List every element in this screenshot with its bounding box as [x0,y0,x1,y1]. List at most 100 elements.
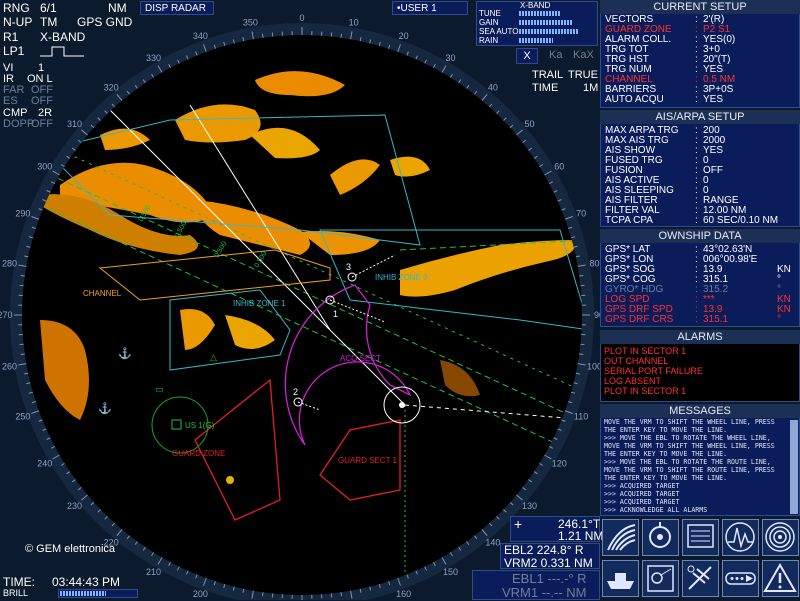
alarm-item[interactable]: SERIAL PORT FAILURE [604,366,703,376]
acq-sector-label: ACQ SECT [340,354,381,363]
alarm-item[interactable]: PLOT IN SECTOR 1 [604,346,686,356]
bearing-label: 290 [15,208,30,218]
channel-label: CHANNEL [83,289,122,298]
time-value: 03:44:43 PM [52,575,120,589]
plane-map-icon[interactable] [682,560,719,597]
ais-row-sep: : [695,216,698,226]
message-line: THE ENTER KEY TO MOVE THE LINE. [604,450,788,458]
message-line: MOVE THE VRM TO SHIFT THE WHEEL LINE, PR… [604,442,788,450]
bearing-label: 120 [552,459,567,469]
sea-clutter-icon[interactable] [602,519,639,556]
range-label[interactable]: RNG [3,1,30,15]
vrm2-readout[interactable]: VRM2 0.331 NM [504,556,593,570]
bearing-label: 0 [299,13,304,23]
ebl2-readout[interactable]: EBL2 224.8° R [504,543,584,557]
pulse-length[interactable]: LP1 [3,44,24,58]
band-kax-button[interactable]: KaX [573,49,594,61]
bearing-label: 70 [576,208,586,218]
alarm-item[interactable]: OUT CHANNEL [604,356,668,366]
bearing-tick [341,592,342,596]
bearing-label: 350 [243,18,258,28]
brill-slider-fill [60,591,106,596]
bearing-label: 270 [0,310,13,320]
range-value[interactable]: 6/1 [40,1,57,15]
svg-text:⚓: ⚓ [118,347,132,360]
cursor-crosshair-icon: + [514,516,522,532]
ownship-title: OWNSHIP DATA [600,229,800,243]
us-target-label: US 1(G) [185,421,215,430]
messages-scrollbar[interactable] [790,420,798,514]
ownship-row[interactable]: GPS DRF CRS:315.1° [605,315,795,325]
bearing-label: 210 [146,567,161,577]
trail-label: TRAIL [532,69,563,81]
setup-row-sep: : [695,95,698,105]
ownship-row-sep: : [695,315,698,325]
band-ka-button[interactable]: Ka [549,49,562,61]
message-line: MOVE THE VRM TO SHIFT THE ROUTE LINE, PR… [604,466,788,474]
band-x-button[interactable]: X [516,48,538,64]
tune-row-bar[interactable] [519,38,553,43]
bearing-label: 140 [485,538,500,548]
ship-icon[interactable] [602,560,639,597]
bearing-label: 130 [522,501,537,511]
bearing-label: 100 [587,362,600,372]
target-1-label: 1 [333,309,338,319]
message-line: >>> ACQUIRED TARGET [604,498,788,506]
tune-row-bar[interactable] [519,11,560,16]
pulse-icon [38,44,86,58]
motion-mode[interactable]: TM [40,15,57,29]
target-3-label: 3 [346,262,351,272]
rings-icon[interactable] [762,519,799,556]
bearing-label: 40 [488,82,498,92]
alarm-item[interactable]: PLOT IN SECTOR 1 [604,386,686,396]
band-select[interactable]: X-BAND [40,30,85,44]
speed-reference[interactable]: GPS GND [77,15,132,29]
radar-scope[interactable]: 3403500102030405060708090100110120130140… [0,0,600,600]
tune-row-label: GAIN [479,18,499,27]
bearing-label: 50 [525,119,535,129]
setup-row[interactable]: AUTO ACQU:YES [605,95,795,105]
vrm1-readout[interactable]: VRM1 --.-- NM [502,585,587,600]
message-line: >>> MOVE THE EBL TO ROTATE THE ROUTE LIN… [604,458,788,466]
svg-text:▭: ▭ [155,384,164,394]
ownship-icon[interactable] [642,519,679,556]
ownship-row-key: GPS DRF CRS [605,315,673,325]
bearing-label: 30 [445,53,455,63]
warning-icon[interactable] [762,560,799,597]
orientation-mode[interactable]: N-UP [3,15,32,29]
tune-row-bar[interactable] [519,29,579,34]
bearing-tick [262,34,263,38]
trail-time-value[interactable]: 1M [583,82,598,94]
guard-sector-label: GUARD SECT 1 [338,456,398,465]
ownship-row-value: 315.1 [703,315,728,325]
trail-icon[interactable] [722,560,759,597]
bearing-label: 200 [193,589,208,599]
waveform-icon[interactable] [722,519,759,556]
target-icon[interactable] [642,560,679,597]
ais-arpa-title: AIS/ARPA SETUP [600,110,800,124]
ais-row[interactable]: TCPA CPA:60 SEC/0.10 NM [605,216,795,226]
alarms-title: ALARMS [600,330,800,344]
trail-value[interactable]: TRUE [568,69,598,81]
es-value[interactable]: OFF [31,95,53,107]
current-setup-title: CURRENT SETUP [600,0,800,14]
copyright: © GEM elettronica [25,543,116,555]
brill-label: BRILL [3,588,28,598]
bearing-label: 260 [2,362,17,372]
tune-row-bar[interactable] [519,20,572,25]
bearing-tick [579,354,583,355]
ownship-center [399,402,405,408]
inhib-zone-1-label: INHIB ZONE 1 [233,299,286,308]
dopp-value[interactable]: OFF [31,118,53,130]
ebl1-readout[interactable]: EBL1 ---.-° R [512,571,587,586]
svg-text:△: △ [210,352,217,362]
user-button[interactable]: •USER 1 [392,1,468,15]
disp-radar-button[interactable]: DISP RADAR [140,1,214,15]
alarm-item[interactable]: LOG ABSENT [604,376,661,386]
setup-row-value: YES [703,95,723,105]
message-line: THE ENTER KEY TO MOVE THE LINE. [604,474,788,482]
cursor-range: 1.21 NM [558,529,603,543]
radar-ppi [22,35,582,595]
menu-list-icon[interactable] [682,519,719,556]
radar-select[interactable]: R1 [3,30,18,44]
